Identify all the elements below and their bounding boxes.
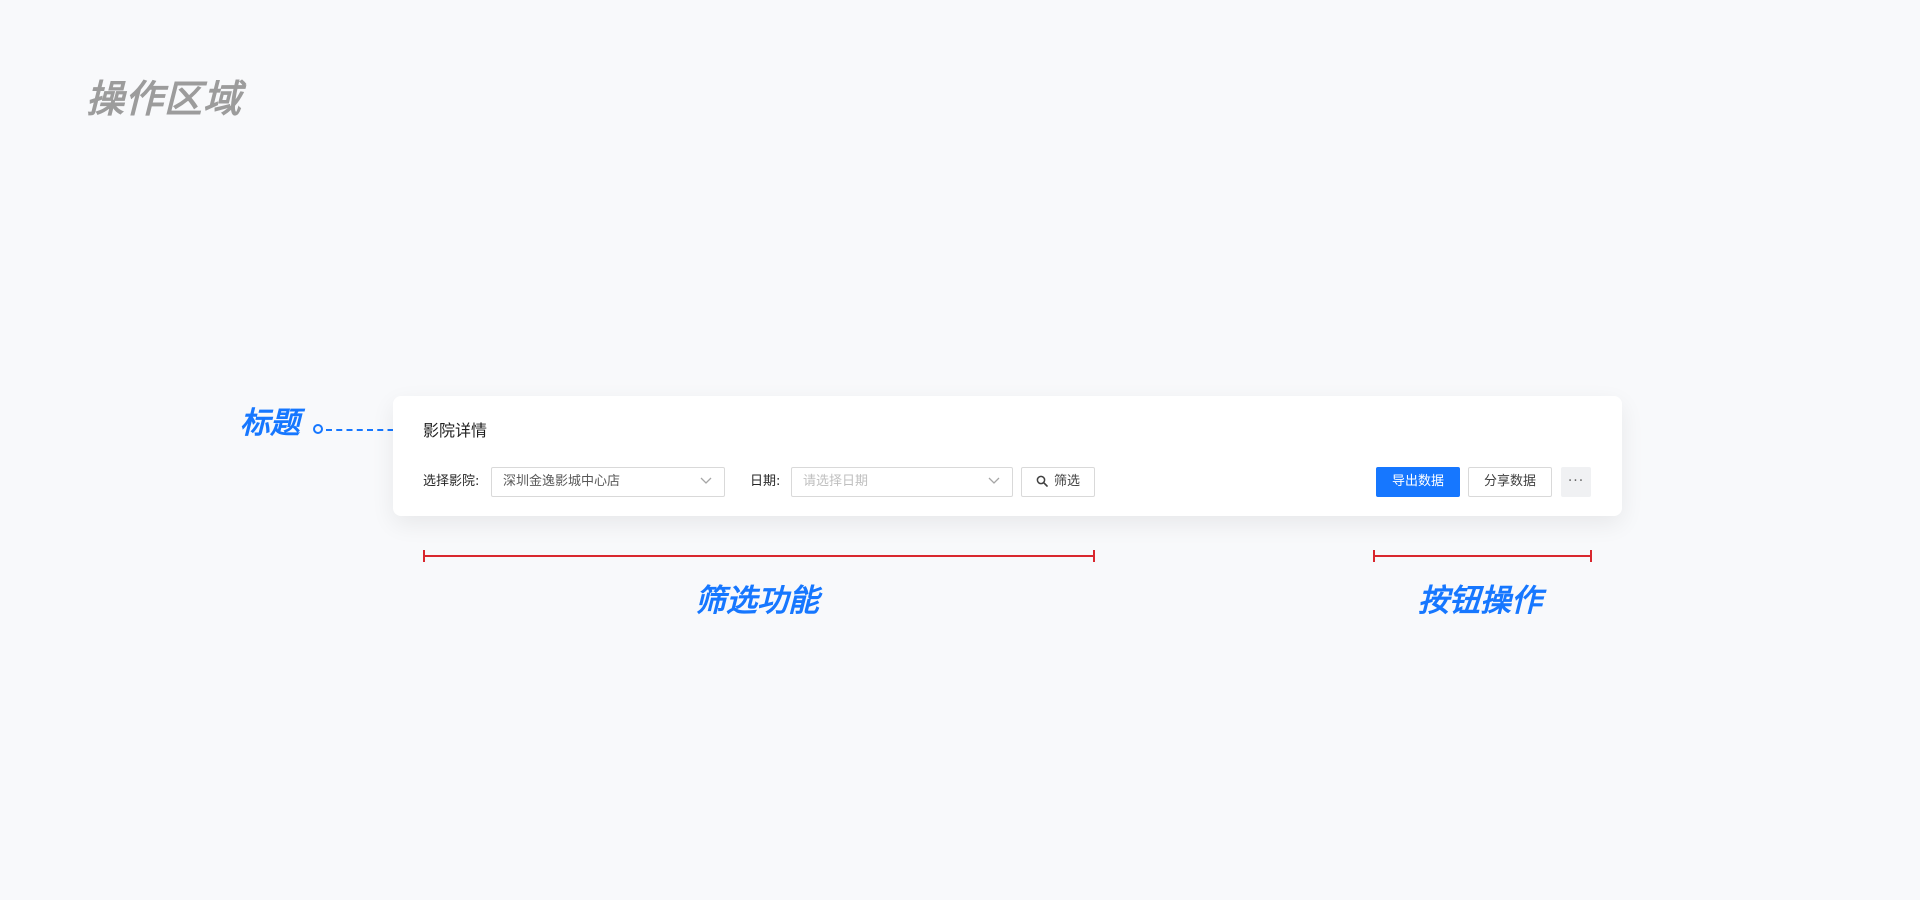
date-select[interactable]: 请选择日期 (791, 467, 1013, 497)
filter-bracket-tick-left (423, 550, 425, 562)
annotation-filter-label: 筛选功能 (695, 583, 819, 619)
date-select-placeholder: 请选择日期 (803, 474, 869, 489)
cinema-select-value: 深圳金逸影城中心店 (503, 474, 621, 489)
page-heading: 操作区域 (86, 77, 243, 121)
export-data-button[interactable]: 导出数据 (1376, 467, 1460, 497)
chevron-down-icon (700, 477, 712, 484)
button-bracket-tick-left (1373, 550, 1375, 562)
filter-button[interactable]: 筛选 (1021, 467, 1095, 497)
chevron-down-icon (988, 477, 1000, 484)
annotation-button-label: 按钮操作 (1418, 583, 1542, 619)
filter-bracket-line (424, 555, 1095, 557)
card-title: 影院详情 (423, 421, 488, 440)
cinema-filter-label: 选择影院: (423, 474, 480, 489)
share-data-button[interactable]: 分享数据 (1468, 467, 1552, 497)
filter-button-label: 筛选 (1053, 474, 1080, 489)
circle-marker-icon (313, 424, 323, 434)
filter-bracket-tick-right (1093, 550, 1095, 562)
more-button[interactable]: ··· (1561, 467, 1591, 497)
date-filter-label: 日期: (750, 474, 781, 489)
cinema-select[interactable]: 深圳金逸影城中心店 (491, 467, 725, 497)
operation-card: 影院详情 选择影院: 深圳金逸影城中心店 日期: 请选择日期 筛选 导出数据 分… (393, 396, 1622, 516)
button-bracket-line (1374, 555, 1592, 557)
button-bracket-tick-right (1590, 550, 1592, 562)
annotation-title-label: 标题 (240, 406, 300, 441)
search-icon (1036, 475, 1048, 487)
